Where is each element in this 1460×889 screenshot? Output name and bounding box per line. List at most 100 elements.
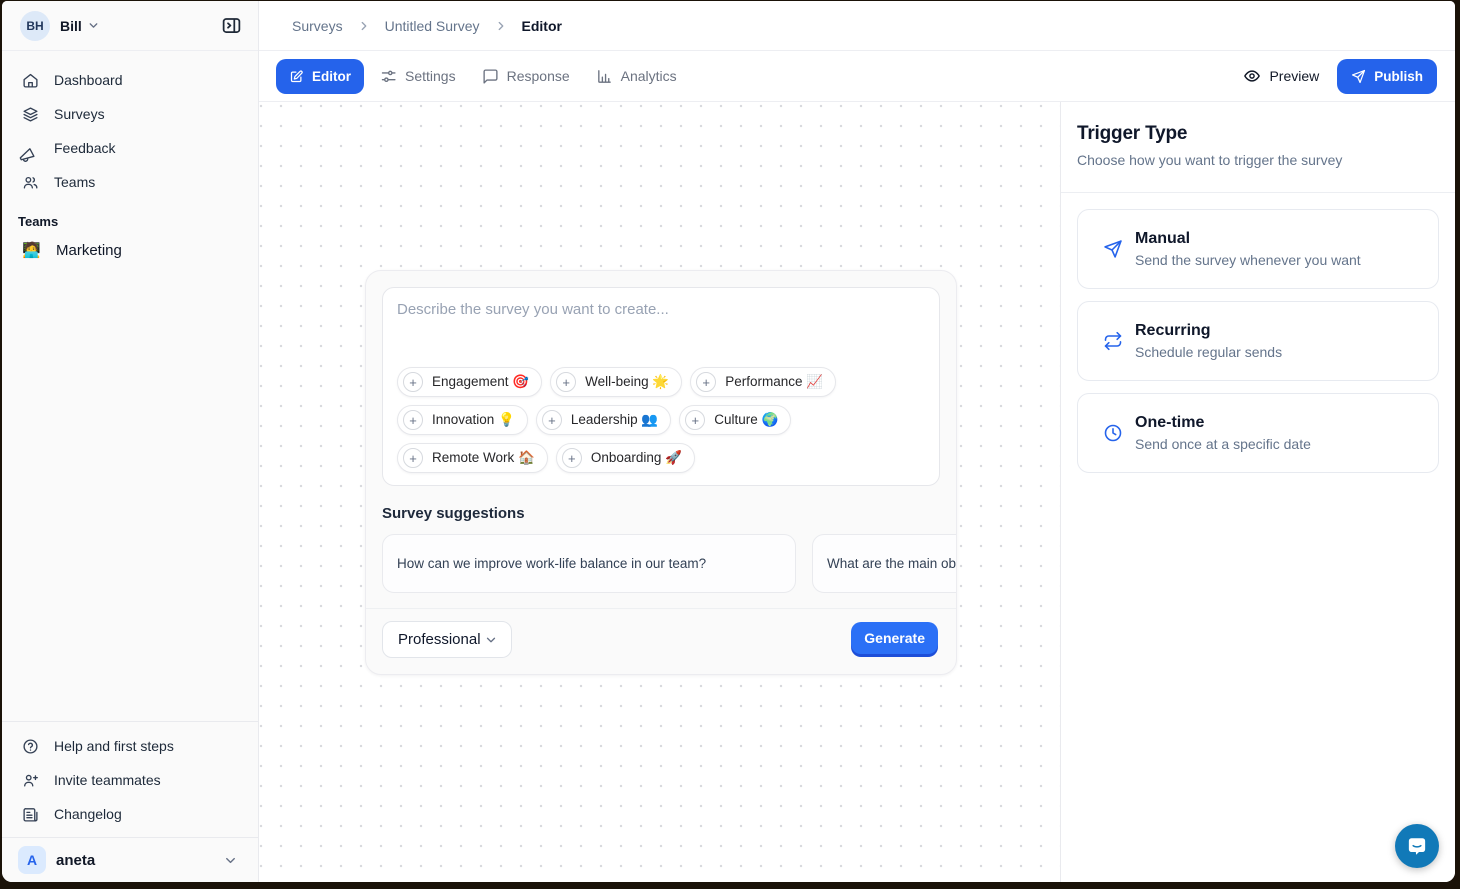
suggestions-title: Survey suggestions [382, 505, 940, 522]
sidebar-footer: Help and first steps Invite teammates Ch… [2, 721, 258, 837]
panel-subtitle: Choose how you want to trigger the surve… [1077, 152, 1439, 168]
chevron-down-icon [484, 633, 498, 647]
account-switcher[interactable]: A aneta [2, 837, 258, 882]
generate-button[interactable]: Generate [851, 622, 938, 654]
tab-label: Analytics [621, 68, 677, 84]
plus-icon [403, 410, 423, 430]
topic-chip-performance[interactable]: Performance 📈 [690, 367, 836, 397]
chevron-down-icon [87, 19, 100, 32]
trigger-option-manual[interactable]: Manual Send the survey whenever you want [1077, 209, 1439, 289]
bar-chart-icon [596, 68, 613, 85]
topic-chip-onboarding[interactable]: Onboarding 🚀 [556, 443, 695, 473]
eye-icon [1243, 67, 1261, 85]
sidebar-item-dashboard[interactable]: Dashboard [2, 63, 258, 97]
chevron-right-icon [494, 19, 508, 33]
breadcrumb-editor: Editor [522, 18, 562, 34]
sidebar-item-team-marketing[interactable]: 🧑‍💻 Marketing [2, 232, 258, 268]
avatar[interactable]: BH [20, 11, 50, 41]
account-avatar: A [18, 846, 46, 874]
plus-icon [403, 372, 423, 392]
trigger-type-panel: Trigger Type Choose how you want to trig… [1060, 102, 1455, 882]
trigger-option-description: Send once at a specific date [1135, 436, 1311, 452]
message-square-icon [482, 68, 499, 85]
sidebar-item-label: Teams [54, 174, 95, 190]
publish-button[interactable]: Publish [1337, 59, 1437, 94]
send-icon [1351, 69, 1366, 84]
sidebar-item-label: Changelog [54, 806, 122, 822]
trigger-option-title: Recurring [1135, 322, 1282, 340]
breadcrumb-surveys[interactable]: Surveys [292, 18, 343, 34]
suggestion-card[interactable]: What are the main ob [812, 534, 957, 593]
chevron-right-icon [357, 19, 371, 33]
main-area: Surveys Untitled Survey Editor Editor [259, 1, 1455, 882]
sidebar-item-surveys[interactable]: Surveys [2, 97, 258, 131]
tab-response[interactable]: Response [472, 59, 580, 94]
sidebar-item-label: Surveys [54, 106, 105, 122]
prompt-box: Engagement 🎯 Well-being 🌟 Performance 📈 … [382, 287, 940, 486]
user-name[interactable]: Bill [60, 18, 82, 34]
trigger-option-title: One-time [1135, 414, 1311, 432]
suggestions-row: How can we improve work-life balance in … [382, 534, 957, 593]
send-icon [1103, 239, 1123, 259]
clock-icon [1103, 423, 1123, 443]
trigger-option-title: Manual [1135, 230, 1361, 248]
sidebar-item-feedback[interactable]: Feedback [2, 131, 258, 165]
tab-label: Editor [312, 69, 351, 84]
generator-bottom-bar: Professional Generate [366, 608, 956, 658]
plus-icon [562, 448, 582, 468]
topic-chip-engagement[interactable]: Engagement 🎯 [397, 367, 542, 397]
sidebar-collapse-button[interactable] [219, 13, 244, 38]
chip-label: Innovation 💡 [432, 412, 515, 428]
topic-chip-leadership[interactable]: Leadership 👥 [536, 405, 671, 435]
tone-select[interactable]: Professional [382, 621, 512, 658]
team-emoji: 🧑‍💻 [22, 241, 39, 259]
sidebar-item-label: Feedback [54, 140, 115, 156]
preview-button[interactable]: Preview [1243, 67, 1319, 85]
breadcrumb: Surveys Untitled Survey Editor [259, 1, 1455, 51]
trigger-option-description: Send the survey whenever you want [1135, 252, 1361, 268]
user-plus-icon [22, 772, 39, 789]
chip-label: Performance 📈 [725, 374, 823, 390]
users-icon [22, 174, 39, 191]
tone-value: Professional [398, 631, 481, 648]
sidebar-item-label: Dashboard [54, 72, 123, 88]
editor-canvas[interactable]: Engagement 🎯 Well-being 🌟 Performance 📈 … [259, 102, 1060, 882]
sidebar-item-help[interactable]: Help and first steps [2, 729, 258, 763]
chip-label: Well-being 🌟 [585, 374, 669, 390]
trigger-option-one-time[interactable]: One-time Send once at a specific date [1077, 393, 1439, 473]
survey-generator-card: Engagement 🎯 Well-being 🌟 Performance 📈 … [365, 270, 957, 675]
changelog-icon [22, 806, 39, 823]
suggestion-card[interactable]: How can we improve work-life balance in … [382, 534, 796, 593]
messenger-icon [1405, 834, 1429, 858]
sidebar-item-label: Invite teammates [54, 772, 161, 788]
breadcrumb-untitled-survey[interactable]: Untitled Survey [385, 18, 480, 34]
sidebar-nav: Dashboard Surveys Feedback Teams [2, 51, 258, 199]
sidebar-item-invite[interactable]: Invite teammates [2, 763, 258, 797]
repeat-icon [1103, 331, 1123, 351]
account-name: aneta [56, 852, 95, 869]
tab-analytics[interactable]: Analytics [586, 59, 687, 94]
tab-label: Response [507, 68, 570, 84]
trigger-option-recurring[interactable]: Recurring Schedule regular sends [1077, 301, 1439, 381]
trigger-options: Manual Send the survey whenever you want… [1061, 193, 1455, 489]
sidebar-item-changelog[interactable]: Changelog [2, 797, 258, 831]
tab-editor[interactable]: Editor [276, 59, 364, 94]
chat-launcher-button[interactable] [1395, 824, 1439, 868]
plus-icon [685, 410, 705, 430]
topic-chip-innovation[interactable]: Innovation 💡 [397, 405, 528, 435]
topic-chip-remote-work[interactable]: Remote Work 🏠 [397, 443, 548, 473]
trigger-panel-header: Trigger Type Choose how you want to trig… [1061, 102, 1455, 193]
pencil-square-icon [289, 69, 304, 84]
plus-icon [403, 448, 423, 468]
content-area: Engagement 🎯 Well-being 🌟 Performance 📈 … [259, 102, 1455, 882]
sidebar-item-teams[interactable]: Teams [2, 165, 258, 199]
sidebar-item-label: Help and first steps [54, 738, 174, 754]
tab-label: Settings [405, 68, 456, 84]
chip-label: Leadership 👥 [571, 412, 658, 428]
topic-chip-culture[interactable]: Culture 🌍 [679, 405, 791, 435]
survey-prompt-input[interactable] [397, 301, 925, 367]
team-label: Marketing [56, 242, 122, 259]
topic-chip-wellbeing[interactable]: Well-being 🌟 [550, 367, 682, 397]
tab-settings[interactable]: Settings [370, 59, 466, 94]
topic-chips: Engagement 🎯 Well-being 🌟 Performance 📈 … [397, 367, 925, 473]
